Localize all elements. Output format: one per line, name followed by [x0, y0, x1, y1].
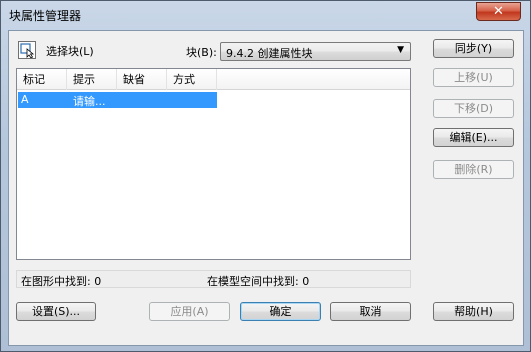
column-header-mode[interactable]: 方式 — [167, 69, 217, 90]
block-field-label: 块(B): — [186, 46, 217, 59]
chevron-down-icon: ▼ — [397, 45, 404, 55]
select-block-label[interactable]: 选择块(L) — [46, 43, 94, 59]
help-button[interactable]: 帮助(H) — [433, 302, 514, 321]
delete-button[interactable]: 删除(R) — [433, 160, 514, 179]
edit-button[interactable]: 编辑(E)... — [433, 128, 514, 147]
column-header-default[interactable]: 缺省 — [117, 69, 167, 90]
found-in-drawing-text: 在图形中找到: 0 — [21, 275, 102, 288]
attribute-list[interactable]: 标记 提示 缺省 方式 A 请输... — [16, 68, 411, 260]
sync-button[interactable]: 同步(Y) — [433, 39, 514, 58]
table-row[interactable]: A 请输... — [18, 92, 217, 108]
close-button[interactable]: ✕ — [476, 2, 521, 21]
apply-button[interactable]: 应用(A) — [149, 302, 230, 321]
title-bar: 块属性管理器 ✕ — [1, 1, 530, 29]
move-up-button[interactable]: 上移(U) — [433, 68, 514, 87]
found-status-bar: 在图形中找到: 0 在模型空间中找到: 0 — [16, 270, 411, 288]
found-in-modelspace-text: 在模型空间中找到: 0 — [207, 275, 310, 288]
cancel-button[interactable]: 取消 — [330, 302, 411, 321]
block-select[interactable]: 9.4.2 创建属性块 ▼ — [220, 42, 411, 61]
column-header-tag[interactable]: 标记 — [17, 69, 67, 90]
column-header-prompt[interactable]: 提示 — [67, 69, 117, 90]
move-down-button[interactable]: 下移(D) — [433, 99, 514, 118]
select-block-icon[interactable] — [18, 41, 36, 59]
row-prompt-cell: 请输... — [73, 95, 106, 108]
settings-button[interactable]: 设置(S)... — [16, 302, 96, 321]
ok-button[interactable]: 确定 — [240, 302, 321, 321]
block-select-value: 9.4.2 创建属性块 — [226, 47, 313, 60]
close-icon: ✕ — [493, 4, 504, 19]
dialog-client-area: 选择块(L) 块(B): 9.4.2 创建属性块 ▼ 标记 提示 缺省 方式 A… — [8, 30, 524, 346]
block-attribute-manager-window: 块属性管理器 ✕ 选择块(L) 块(B): 9.4.2 创建属性块 ▼ 标记 提… — [0, 0, 531, 352]
list-header: 标记 提示 缺省 方式 — [17, 69, 410, 90]
row-tag-cell: A — [21, 93, 29, 106]
window-title: 块属性管理器 — [9, 9, 82, 23]
